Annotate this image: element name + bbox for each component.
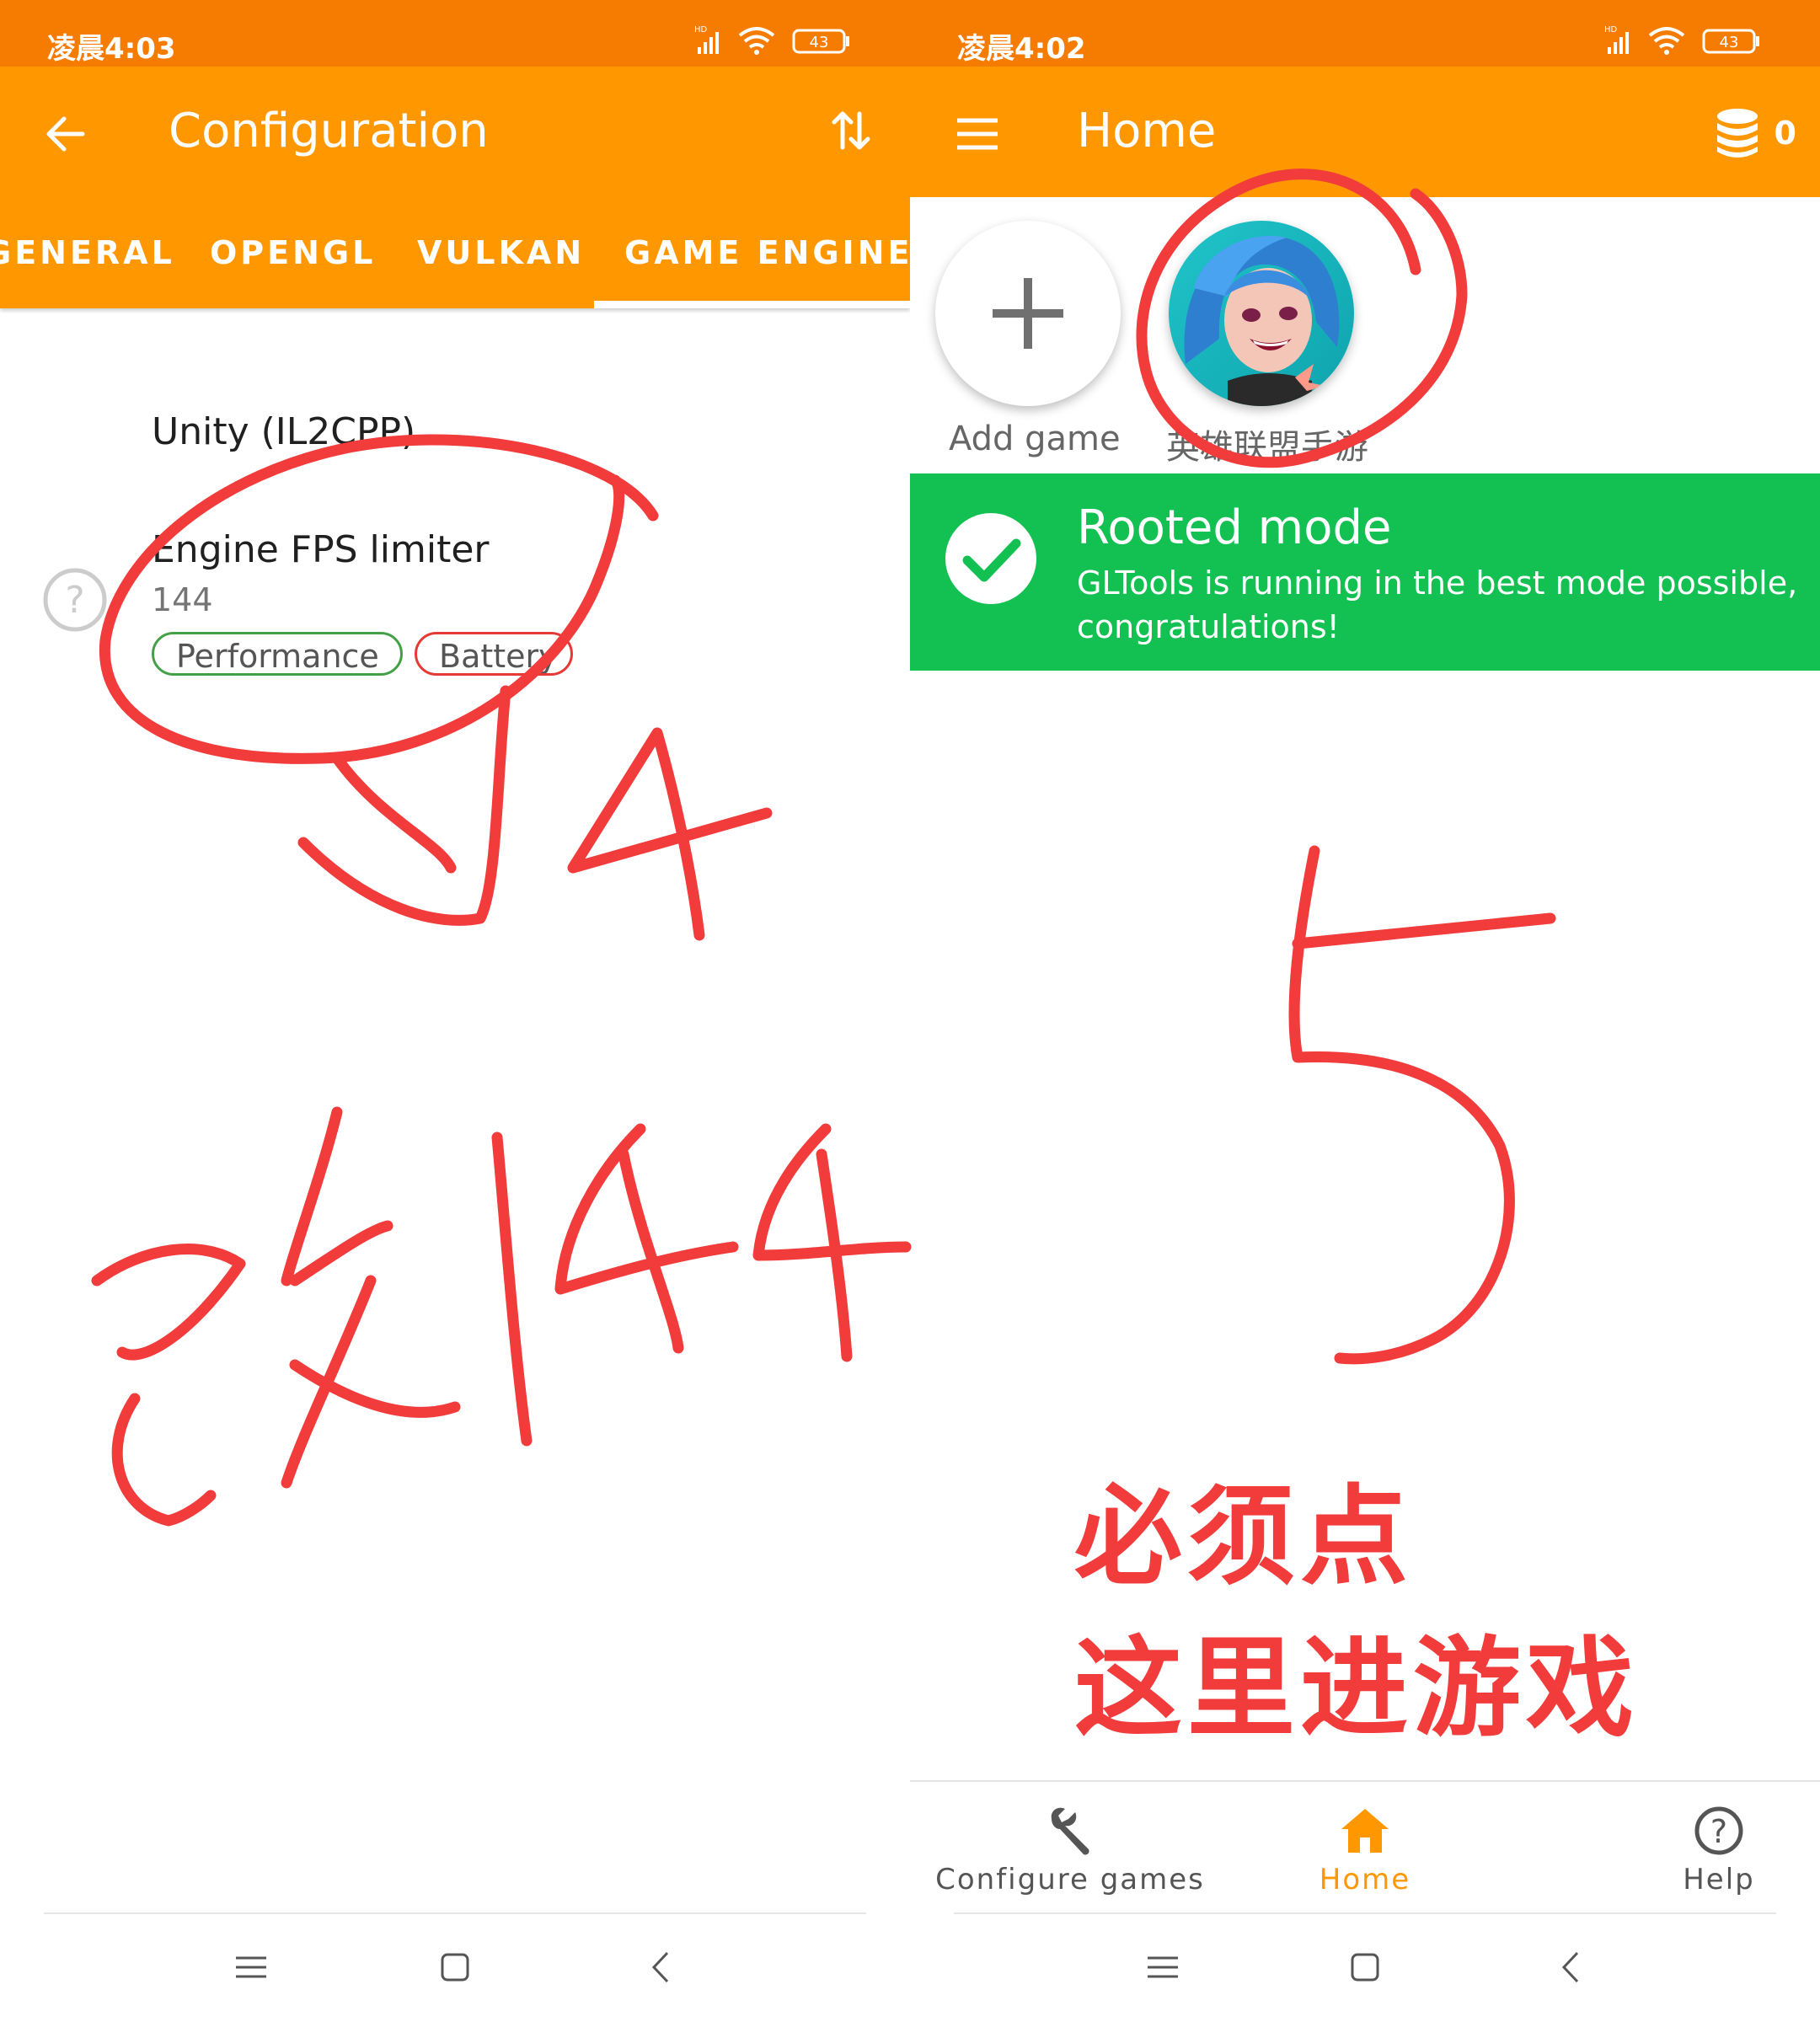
plus-icon xyxy=(993,278,1063,349)
check-circle-icon xyxy=(945,513,1036,604)
home-icon xyxy=(1341,1809,1389,1853)
recents-menu-icon[interactable] xyxy=(226,1946,276,1988)
divider xyxy=(44,1912,866,1914)
fps-limiter-value[interactable]: 144 xyxy=(152,581,213,618)
coins-stack-icon xyxy=(1716,109,1758,158)
status-bar: 凌晨4:03 HD 43 xyxy=(0,0,910,67)
back-arrow-icon[interactable] xyxy=(40,109,91,159)
active-tab-indicator xyxy=(594,301,910,308)
nav-help[interactable]: ? Help xyxy=(1635,1782,1803,1912)
system-status-icons: HD 43 xyxy=(1604,25,1759,55)
home-square-icon[interactable] xyxy=(430,1946,480,1988)
engine-name: Unity (IL2CPP) xyxy=(152,410,416,453)
tab-vulkan[interactable]: VULKAN xyxy=(417,234,585,271)
nav-configure-games[interactable]: Configure games xyxy=(927,1782,1213,1912)
home-square-icon[interactable] xyxy=(1340,1946,1390,1988)
configuration-screen: 凌晨4:03 HD 43 Configuration GENERAL OPENG… xyxy=(0,0,910,2022)
add-game-label: Add game xyxy=(949,420,1121,458)
tab-game-engine[interactable]: GAME ENGINE xyxy=(624,234,910,271)
status-time: 凌晨4:02 xyxy=(957,32,1086,66)
coin-count: 0 xyxy=(1774,115,1796,152)
game-character-avatar xyxy=(1169,221,1354,406)
status-time: 凌晨4:03 xyxy=(47,32,176,66)
coins-counter[interactable]: 0 xyxy=(1714,104,1796,163)
annotation-note-line1: 必须点 xyxy=(1074,1474,1414,1600)
status-bar: 凌晨4:02 HD 43 xyxy=(910,0,1820,67)
svg-text:?: ? xyxy=(65,579,84,622)
bottom-navigation: Configure games Home ? Help xyxy=(910,1780,1820,1912)
nav-home-label: Home xyxy=(1319,1863,1411,1896)
help-icon[interactable]: ? xyxy=(42,567,108,633)
svg-text:?: ? xyxy=(1710,1813,1727,1850)
page-title: Configuration xyxy=(169,104,489,158)
tab-general[interactable]: GENERAL xyxy=(0,234,175,271)
swap-vertical-icon[interactable] xyxy=(826,105,876,156)
add-game-button[interactable] xyxy=(935,221,1121,406)
svg-text:43: 43 xyxy=(810,34,829,51)
nav-home[interactable]: Home xyxy=(1281,1782,1449,1912)
nav-help-label: Help xyxy=(1683,1863,1755,1896)
svg-text:HD: HD xyxy=(1604,25,1618,35)
page-title: Home xyxy=(1077,104,1217,158)
app-bar: Home 0 xyxy=(910,67,1820,197)
tab-opengl[interactable]: OPENGL xyxy=(210,234,376,271)
wrench-icon xyxy=(1051,1807,1089,1855)
banner-title: Rooted mode xyxy=(1077,500,1392,555)
game-label-league-of-legends: 英雄联盟手游 xyxy=(1166,428,1368,467)
back-chevron-icon[interactable] xyxy=(637,1946,688,1988)
hamburger-menu-icon[interactable] xyxy=(952,109,1003,159)
banner-message: GLTools is running in the best mode poss… xyxy=(1077,564,1798,645)
annotation-note-line2: 这里进游戏 xyxy=(1074,1626,1640,1752)
app-bar: Configuration xyxy=(0,67,910,197)
performance-chip[interactable]: Performance xyxy=(152,632,403,676)
nav-configure-games-label: Configure games xyxy=(935,1863,1205,1896)
back-chevron-icon[interactable] xyxy=(1547,1946,1598,1988)
config-tabs: GENERAL OPENGL VULKAN GAME ENGINE xyxy=(0,197,910,308)
system-status-icons: HD 43 xyxy=(694,25,849,55)
svg-text:43: 43 xyxy=(1720,34,1739,51)
recents-menu-icon[interactable] xyxy=(1138,1946,1188,1988)
fps-limiter-title[interactable]: Engine FPS limiter xyxy=(152,528,490,571)
game-icon-league-of-legends[interactable] xyxy=(1169,221,1354,406)
divider xyxy=(954,1912,1776,1914)
help-circle-icon: ? xyxy=(1694,1806,1743,1855)
svg-text:HD: HD xyxy=(694,25,708,35)
battery-chip[interactable]: Battery xyxy=(415,632,573,676)
rooted-mode-banner: Rooted mode GLTools is running in the be… xyxy=(910,473,1820,671)
